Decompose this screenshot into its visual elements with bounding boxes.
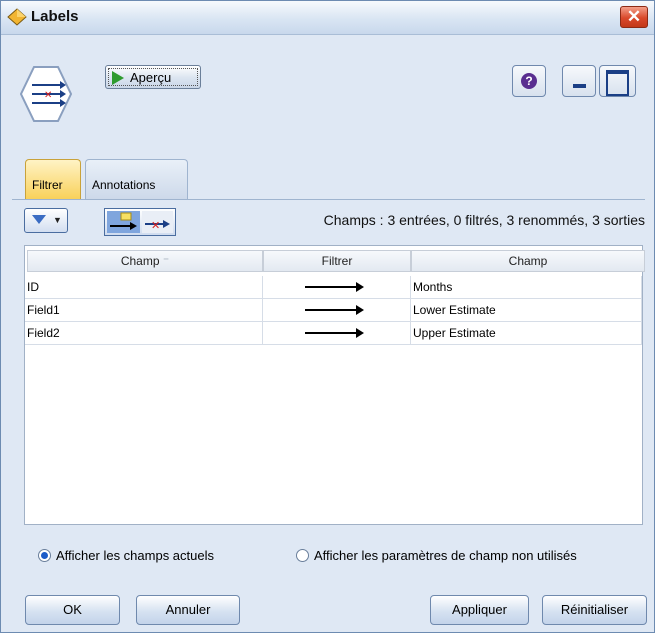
input-field-name: ID	[25, 276, 263, 299]
radio-selected-icon	[38, 549, 51, 562]
tab-strip: Filtrer Annotations	[1, 153, 654, 200]
close-button[interactable]: ✕	[620, 6, 648, 28]
preview-button[interactable]: Aperçu	[105, 65, 201, 89]
reset-button[interactable]: Réinitialiser	[542, 595, 647, 625]
output-field-name[interactable]: Months	[411, 276, 642, 299]
maximize-icon	[606, 70, 629, 96]
filter-toggle[interactable]	[263, 276, 411, 299]
preview-label: Aperçu	[130, 70, 172, 85]
radio-current-label: Afficher les champs actuels	[56, 548, 214, 563]
radio-current-fields[interactable]: Afficher les champs actuels	[38, 548, 214, 563]
radio-unused-label: Afficher les paramètres de champ non uti…	[314, 548, 577, 563]
ok-button[interactable]: OK	[25, 595, 120, 625]
toolbar: ✕ Aperçu ?	[1, 35, 654, 153]
field-mode-toggle: ✕	[104, 208, 176, 236]
filter-toggle[interactable]	[263, 322, 411, 345]
table-header: Champ ⁻ Filtrer Champ	[25, 246, 645, 272]
maximize-button[interactable]	[599, 65, 636, 97]
filter-panel: ▼ ✕ Champs : 3 entrées, 0 filtrés, 3 ren…	[12, 199, 645, 620]
discard-fields-button[interactable]: ✕	[142, 211, 173, 233]
cancel-button[interactable]: Annuler	[136, 595, 240, 625]
pass-fields-button[interactable]	[107, 211, 140, 233]
close-icon: ✕	[626, 7, 642, 26]
table-row[interactable]: Field1 Lower Estimate	[25, 299, 642, 322]
output-field-name[interactable]: Upper Estimate	[411, 322, 642, 345]
chevron-down-icon: ▼	[53, 215, 62, 225]
column-header-filter[interactable]: Filtrer	[263, 250, 411, 272]
table-row[interactable]: ID Months	[25, 276, 642, 299]
filter-toggle[interactable]	[263, 299, 411, 322]
minimize-button[interactable]	[562, 65, 596, 97]
svg-text:✕: ✕	[44, 90, 52, 101]
title-bar: Labels ✕	[1, 1, 654, 35]
input-field-name: Field2	[25, 322, 263, 345]
discard-arrow-icon: ✕	[145, 220, 170, 232]
filter-node-icon: ✕	[20, 66, 72, 122]
field-summary: Champs : 3 entrées, 0 filtrés, 3 renommé…	[323, 212, 645, 228]
output-field-name[interactable]: Lower Estimate	[411, 299, 642, 322]
display-mode-radios: Afficher les champs actuels Afficher les…	[24, 548, 643, 570]
svg-text:✕: ✕	[151, 220, 160, 232]
labels-dialog: Labels ✕ ✕ Aperçu ? Filtrer Annotations …	[0, 0, 655, 633]
field-table: Champ ⁻ Filtrer Champ ID Months Field1 L…	[24, 245, 645, 525]
arrow-right-icon	[305, 282, 364, 292]
table-row[interactable]: Field2 Upper Estimate	[25, 322, 642, 345]
column-header-output[interactable]: Champ	[411, 250, 645, 272]
node-diamond-icon	[7, 8, 27, 26]
minimize-icon	[573, 84, 586, 88]
play-icon	[112, 71, 124, 85]
arrow-right-icon	[305, 328, 364, 338]
input-field-name: Field1	[25, 299, 263, 322]
radio-unselected-icon	[296, 549, 309, 562]
radio-unused-fields[interactable]: Afficher les paramètres de champ non uti…	[296, 548, 577, 563]
funnel-icon	[32, 215, 46, 224]
column-header-input[interactable]: Champ ⁻	[27, 250, 263, 272]
filter-options-dropdown[interactable]: ▼	[24, 208, 68, 233]
window-title: Labels	[31, 8, 79, 25]
apply-button[interactable]: Appliquer	[430, 595, 529, 625]
tab-filter[interactable]: Filtrer	[25, 159, 81, 199]
arrow-right-icon	[305, 305, 364, 315]
sort-indicator-icon: ⁻	[162, 254, 170, 268]
help-button[interactable]: ?	[512, 65, 546, 97]
tab-annotations[interactable]: Annotations	[85, 159, 188, 199]
help-icon: ?	[521, 73, 537, 89]
pass-arrow-icon	[110, 212, 137, 230]
